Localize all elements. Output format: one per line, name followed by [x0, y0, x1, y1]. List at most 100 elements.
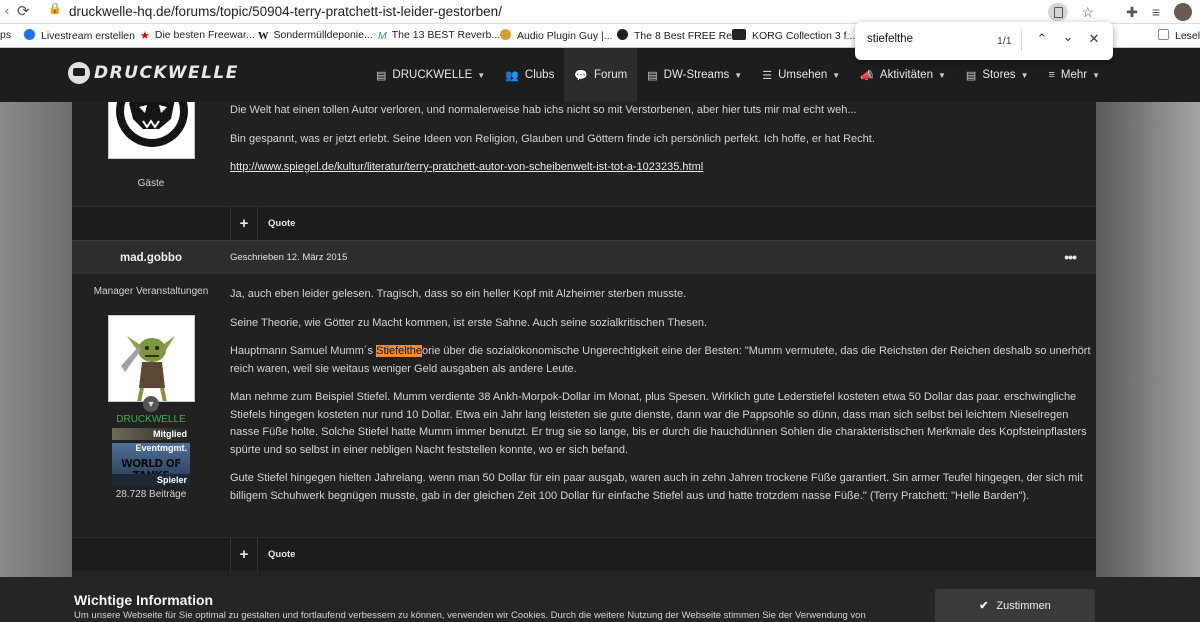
- post-content: Ja, auch eben leider gelesen. Tragisch, …: [230, 286, 1096, 516]
- find-match-count: 1/1: [997, 35, 1012, 47]
- search-highlight: Stiefelthe: [376, 345, 422, 357]
- accept-cookies-button[interactable]: ✔ Zustimmen: [935, 589, 1095, 622]
- plugin-icon: [500, 29, 511, 40]
- quote-button[interactable]: Quote: [268, 538, 295, 572]
- find-previous-icon[interactable]: ⌃: [1032, 31, 1052, 47]
- bookmark-item[interactable]: M The 13 BEST Reverb...: [378, 29, 500, 42]
- avatar[interactable]: [108, 102, 195, 159]
- find-input[interactable]: [867, 33, 987, 45]
- find-divider: [1021, 31, 1022, 51]
- avatar[interactable]: [108, 315, 195, 402]
- lock-icon[interactable]: 🔒: [48, 2, 62, 15]
- post-paragraph: Ja, auch eben leider gelesen. Tragisch, …: [230, 288, 687, 300]
- rank-badge: Mitglied: [112, 428, 190, 440]
- korg-icon: [732, 29, 746, 40]
- page-background-left: [0, 102, 72, 577]
- post-author-col: Gäste: [72, 102, 230, 206]
- post-body: Manager Veranstaltungen ▼ DRUCKWELLE Mit…: [72, 274, 1096, 537]
- w-icon: W: [258, 31, 269, 42]
- multiquote-plus-button[interactable]: +: [230, 538, 258, 572]
- browser-actions: ☆ ✚ ≡: [1047, 2, 1200, 22]
- post-header: mad.gobbo Geschrieben 12. März 2015 •••: [72, 240, 1096, 274]
- caret-down-icon: ▼: [832, 70, 841, 80]
- bookmark-item[interactable]: The 8 Best FREE Re...: [617, 29, 741, 42]
- caret-down-icon: ▼: [734, 70, 743, 80]
- document-icon: ▤: [647, 69, 658, 82]
- find-in-page-icon[interactable]: [1047, 3, 1068, 21]
- badge-subtitle: Spieler: [112, 474, 190, 486]
- caret-down-icon: ▼: [1020, 70, 1029, 80]
- find-bar: 1/1 ⌃ ⌄ ✕: [855, 22, 1113, 60]
- bookmark-item[interactable]: KORG Collection 3 f...: [732, 29, 855, 42]
- comments-icon: 💬: [574, 69, 589, 82]
- star-icon: ★: [140, 30, 150, 42]
- post-author-name[interactable]: mad.gobbo: [72, 241, 230, 275]
- post-count: 28.728 Beiträge: [115, 489, 187, 500]
- article-link[interactable]: http://www.spiegel.de/kultur/literatur/t…: [230, 161, 703, 173]
- cookie-title: Wichtige Information: [74, 592, 214, 608]
- profile-avatar[interactable]: [1174, 3, 1192, 21]
- post-paragraph: Gute Stiefel hingegen hielten Jahrelang.…: [230, 472, 1083, 502]
- find-close-icon[interactable]: ✕: [1084, 31, 1104, 47]
- m-icon: M: [378, 30, 387, 42]
- quote-button[interactable]: Quote: [268, 207, 295, 241]
- bookmark-item[interactable]: W Sondermülldeponie...: [258, 29, 373, 42]
- document-icon: ▤: [965, 69, 977, 82]
- caret-down-icon: ▼: [1092, 70, 1101, 80]
- post-body: Gäste Die Welt hat einen tollen Autor ve…: [72, 102, 1096, 206]
- list-icon: ☰: [762, 69, 773, 82]
- users-icon: 👥: [505, 69, 519, 82]
- author-group: DRUCKWELLE: [116, 414, 186, 425]
- browser-toolbar: ‹ ⟳ 🔒 druckwelle-hq.de/forums/topic/5090…: [0, 0, 1200, 24]
- page-background-right: [1096, 102, 1200, 577]
- post-author-col: Manager Veranstaltungen ▼ DRUCKWELLE Mit…: [72, 274, 230, 537]
- post-paragraph: Bin gespannt, was er jetzt erlebt. Seine…: [230, 132, 875, 145]
- back-icon[interactable]: ‹: [0, 3, 14, 18]
- shield-badge-icon: ▼: [143, 396, 159, 412]
- nav-umsehen[interactable]: ☰ Umsehen ▼: [752, 48, 850, 102]
- author-role: Manager Veranstaltungen: [93, 286, 209, 297]
- author-group: Gäste: [137, 178, 165, 189]
- forum-topic: Gäste Die Welt hat einen tollen Autor ve…: [72, 102, 1096, 577]
- reload-icon[interactable]: ⟳: [17, 2, 30, 20]
- site-logo[interactable]: DRUCKWELLE: [68, 62, 239, 84]
- post-footer: + Quote: [72, 206, 1096, 241]
- nav-clubs[interactable]: 👥 Clubs: [495, 48, 564, 102]
- wot-badge: Eventmgmt. WORLD OF TANKS Spieler: [112, 443, 190, 486]
- bookmark-item[interactable]: Leseli: [1158, 29, 1200, 42]
- goblin-avatar-icon: [109, 316, 194, 401]
- logo-skull-icon: [68, 62, 90, 84]
- accept-cookies-label: Zustimmen: [996, 600, 1051, 612]
- post-paragraph: Seine Theorie, wie Götter zu Macht komme…: [230, 316, 708, 329]
- bookmark-item[interactable]: Livestream erstellen: [24, 29, 135, 42]
- megaphone-icon: 📣: [860, 69, 874, 82]
- find-next-icon[interactable]: ⌄: [1058, 29, 1078, 45]
- cookie-banner: Wichtige Information Um unsere Webseite …: [0, 577, 1200, 622]
- post-footer: + Quote: [72, 537, 1096, 572]
- bookmark-star-icon[interactable]: ☆: [1082, 4, 1095, 21]
- checkmark-icon: ✔: [979, 600, 989, 612]
- extensions-icon[interactable]: ✚: [1126, 4, 1138, 21]
- bookmark-item[interactable]: ★ Die besten Freewar...: [140, 29, 255, 42]
- address-bar[interactable]: druckwelle-hq.de/forums/topic/50904-terr…: [69, 4, 502, 19]
- bookmark-item[interactable]: ps: [0, 29, 11, 41]
- caret-down-icon: ▼: [937, 70, 946, 80]
- logo-text: DRUCKWELLE: [94, 63, 239, 83]
- post-date[interactable]: Geschrieben 12. März 2015: [230, 241, 347, 275]
- post-paragraph: Man nehme zum Beispiel Stiefel. Mumm ver…: [230, 391, 1087, 456]
- cookie-text: Um unsere Webseite für Sie optimal zu ge…: [74, 610, 866, 621]
- nav-druckwelle[interactable]: ▤ DRUCKWELLE ▼: [366, 48, 495, 102]
- bars-icon: ≡: [1048, 69, 1055, 81]
- post-paragraph: Die Welt hat einen tollen Autor verloren…: [230, 104, 857, 116]
- nav-dw-streams[interactable]: ▤ DW-Streams ▼: [637, 48, 752, 102]
- wolf-skull-avatar-icon: [116, 102, 188, 147]
- media-icon[interactable]: ≡: [1152, 4, 1160, 20]
- post-options-icon[interactable]: •••: [1064, 241, 1077, 273]
- bookmark-item[interactable]: Audio Plugin Guy |...: [500, 29, 613, 42]
- nav-forum[interactable]: 💬 Forum: [564, 48, 638, 102]
- facebook-icon: [24, 29, 35, 40]
- post-paragraph: Hauptmann Samuel Mumm´s Stiefeltheorie ü…: [230, 343, 1096, 378]
- multiquote-plus-button[interactable]: +: [230, 207, 258, 241]
- page-icon: [1158, 29, 1169, 40]
- badge-title: Eventmgmt.: [135, 443, 187, 453]
